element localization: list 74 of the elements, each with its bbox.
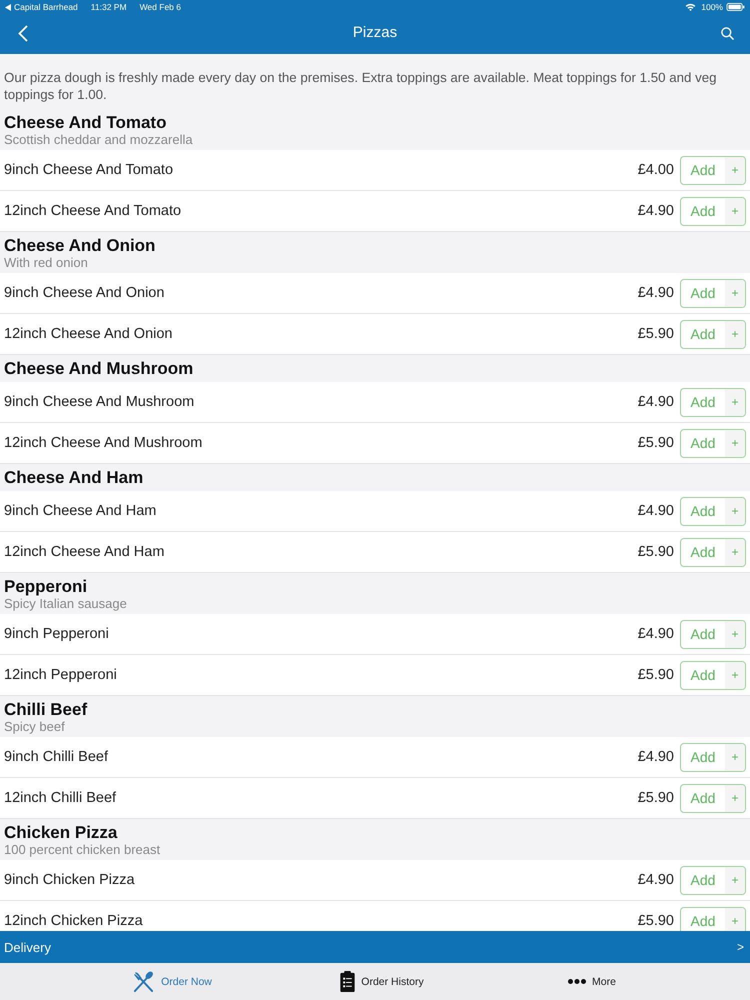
- section-title: Cheese And Onion: [4, 235, 156, 256]
- section-title: Chilli Beef: [4, 699, 88, 720]
- item-name: 12inch Cheese And Tomato: [4, 203, 182, 219]
- search-icon[interactable]: [721, 26, 734, 40]
- section-subtitle: Spicy beef: [4, 720, 66, 734]
- item-price: £4.90: [638, 503, 674, 519]
- section-title: Cheese And Mushroom: [4, 358, 194, 379]
- item-name: 9inch Chicken Pizza: [4, 872, 136, 888]
- item-price: £4.90: [638, 872, 674, 888]
- back-app-label[interactable]: Capital Barrhead: [14, 2, 78, 12]
- menu-item-row[interactable]: 9inch Chilli Beef £4.90 Add +: [0, 737, 750, 778]
- item-name: 12inch Chilli Beef: [4, 790, 118, 806]
- item-price: £5.90: [638, 544, 674, 560]
- menu-item-row[interactable]: 12inch Cheese And Tomato £4.90 Add +: [0, 191, 750, 232]
- wifi-icon: [685, 3, 696, 11]
- status-time: 11:32 PM: [90, 2, 127, 12]
- item-price: £5.90: [638, 790, 674, 806]
- more-dots-icon: [568, 979, 586, 984]
- section-title: Cheese And Ham: [4, 467, 144, 488]
- clipboard-icon: [340, 971, 356, 992]
- item-price: £5.90: [638, 913, 674, 929]
- item-price: £4.90: [638, 285, 674, 301]
- item-price: £5.90: [638, 435, 674, 451]
- section-subtitle: Scottish cheddar and mozzarella: [4, 133, 194, 147]
- section-title: Cheese And Tomato: [4, 112, 168, 133]
- tab[interactable]: Order History: [277, 963, 487, 1000]
- tab[interactable]: Order Now: [67, 963, 277, 1000]
- item-name: 9inch Pepperoni: [4, 626, 110, 642]
- battery-percent: 100%: [701, 2, 723, 12]
- item-price: £4.90: [638, 394, 674, 410]
- delivery-arrow: >: [736, 940, 744, 954]
- item-price: £5.90: [638, 667, 674, 683]
- item-name: 12inch Cheese And Ham: [4, 544, 166, 560]
- delivery-label: Delivery: [4, 940, 51, 954]
- menu-item-row[interactable]: 12inch Cheese And Mushroom £5.90 Add +: [0, 423, 750, 464]
- item-name: 9inch Cheese And Mushroom: [4, 394, 196, 410]
- menu-item-row[interactable]: 12inch Cheese And Onion £5.90 Add +: [0, 314, 750, 355]
- item-name: 9inch Cheese And Onion: [4, 285, 166, 301]
- menu-item-row[interactable]: 9inch Chicken Pizza £4.90 Add +: [0, 860, 750, 901]
- tab[interactable]: More: [487, 963, 697, 1000]
- menu-item-row[interactable]: 9inch Cheese And Tomato £4.00 Add +: [0, 150, 750, 191]
- menu-item-row[interactable]: 12inch Chilli Beef £5.90 Add +: [0, 778, 750, 819]
- menu-item-row[interactable]: 12inch Cheese And Ham £5.90 Add +: [0, 532, 750, 573]
- item-name: 12inch Pepperoni: [4, 667, 118, 683]
- section-subtitle: With red onion: [4, 256, 89, 270]
- menu-item-row[interactable]: 9inch Cheese And Ham £4.90 Add +: [0, 491, 750, 532]
- section-subtitle: Spicy Italian sausage: [4, 597, 128, 611]
- section-title: Pepperoni: [4, 576, 88, 597]
- intro-text: Our pizza dough is freshly made every day on the premises. Extra toppings are available. Meat toppings for 1.50 and veg toppings for 1.00.: [3, 69, 718, 104]
- item-price: £4.90: [638, 626, 674, 642]
- status-date: Wed Feb 6: [140, 2, 181, 12]
- menu-item-row[interactable]: 9inch Cheese And Mushroom £4.90 Add +: [0, 382, 750, 423]
- menu-item-row[interactable]: 12inch Chicken Pizza £5.90 Add +: [0, 901, 750, 931]
- section-title: Chicken Pizza: [4, 822, 118, 843]
- menu-item-row[interactable]: 9inch Cheese And Onion £4.90 Add +: [0, 273, 750, 314]
- item-price: £4.00: [638, 162, 674, 178]
- back-chevron-icon[interactable]: [18, 24, 28, 42]
- fork-spoon-icon: [132, 970, 156, 993]
- item-name: 12inch Cheese And Mushroom: [4, 435, 204, 451]
- menu-item-row[interactable]: 12inch Pepperoni £5.90 Add +: [0, 655, 750, 696]
- item-name: 9inch Chilli Beef: [4, 749, 109, 765]
- item-name: 9inch Cheese And Ham: [4, 503, 158, 519]
- item-price: £5.90: [638, 326, 674, 342]
- battery-icon: [726, 3, 745, 11]
- menu-item-row[interactable]: 9inch Pepperoni £4.90 Add +: [0, 614, 750, 655]
- section-subtitle: 100 percent chicken breast: [4, 843, 162, 857]
- page-title: Pizzas: [352, 24, 398, 41]
- item-name: 12inch Chicken Pizza: [4, 913, 144, 929]
- item-price: £4.90: [638, 203, 674, 219]
- item-price: £4.90: [638, 749, 674, 765]
- delivery-bar[interactable]: Delivery >: [0, 931, 750, 963]
- item-name: 12inch Cheese And Onion: [4, 326, 174, 342]
- back-triangle-icon[interactable]: [5, 4, 11, 10]
- item-name: 9inch Cheese And Tomato: [4, 162, 174, 178]
